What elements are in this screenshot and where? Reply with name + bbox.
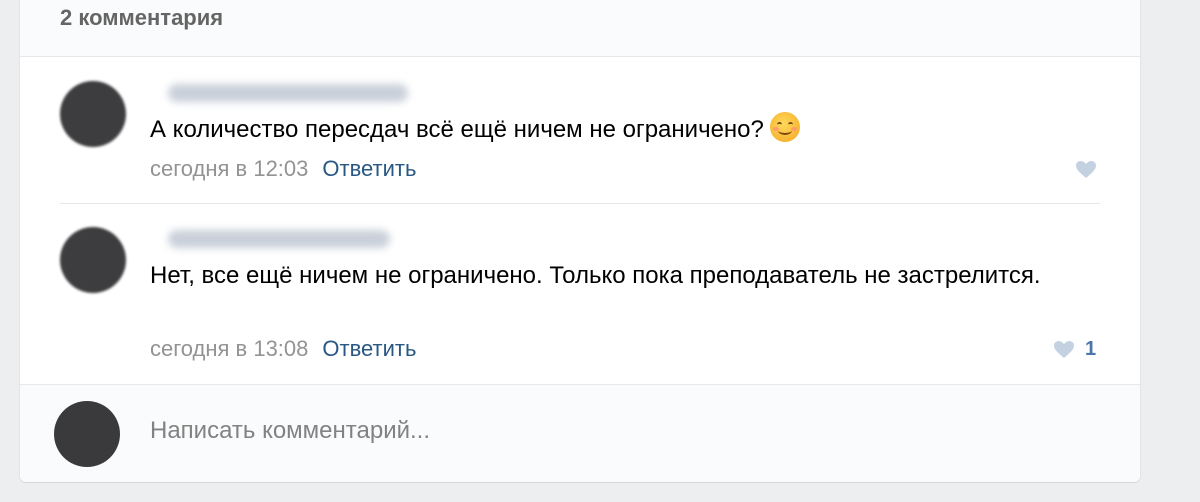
heart-icon — [1054, 341, 1074, 358]
comment-item: А количество пересдач всё ещё ничем не о… — [20, 56, 1140, 202]
comment-item: Нет, все ещё ничем не ограничено. Только… — [20, 204, 1140, 384]
comment-composer: Написать комментарий... — [20, 384, 1140, 482]
avatar[interactable] — [60, 227, 126, 293]
comment-meta: сегодня в 13:08 Ответить — [150, 336, 416, 362]
comment-text-content: Нет, все ещё ничем не ограничено. Только… — [150, 262, 1041, 289]
comment-timestamp[interactable]: сегодня в 13:08 — [150, 336, 308, 361]
comments-count-title: 2 комментария — [60, 5, 224, 30]
avatar[interactable] — [60, 81, 126, 147]
comment-meta: сегодня в 12:03 Ответить — [150, 156, 416, 182]
author-name-blurred[interactable] — [168, 230, 390, 248]
heart-icon — [1076, 161, 1096, 178]
smiling-face-emoji-icon — [769, 112, 800, 142]
comment-text-content: А количество пересдач всё ещё ничем не о… — [150, 116, 764, 143]
current-user-avatar — [54, 401, 120, 467]
like-button[interactable]: 1 — [1053, 338, 1096, 361]
author-name-blurred[interactable] — [168, 84, 408, 102]
comments-header: 2 комментария — [20, 0, 1140, 57]
like-button[interactable] — [1075, 160, 1097, 179]
reply-link[interactable]: Ответить — [322, 156, 416, 181]
comment-timestamp[interactable]: сегодня в 12:03 — [150, 156, 308, 181]
reply-link[interactable]: Ответить — [322, 336, 416, 361]
comment-text: Нет, все ещё ничем не ограничено. Только… — [150, 256, 1050, 296]
comment-input[interactable]: Написать комментарий... — [150, 417, 430, 445]
like-count: 1 — [1085, 338, 1097, 360]
comments-card: 2 комментария А количество пересдач всё … — [20, 0, 1140, 482]
comment-text: А количество пересдач всё ещё ничем не о… — [150, 110, 1050, 150]
